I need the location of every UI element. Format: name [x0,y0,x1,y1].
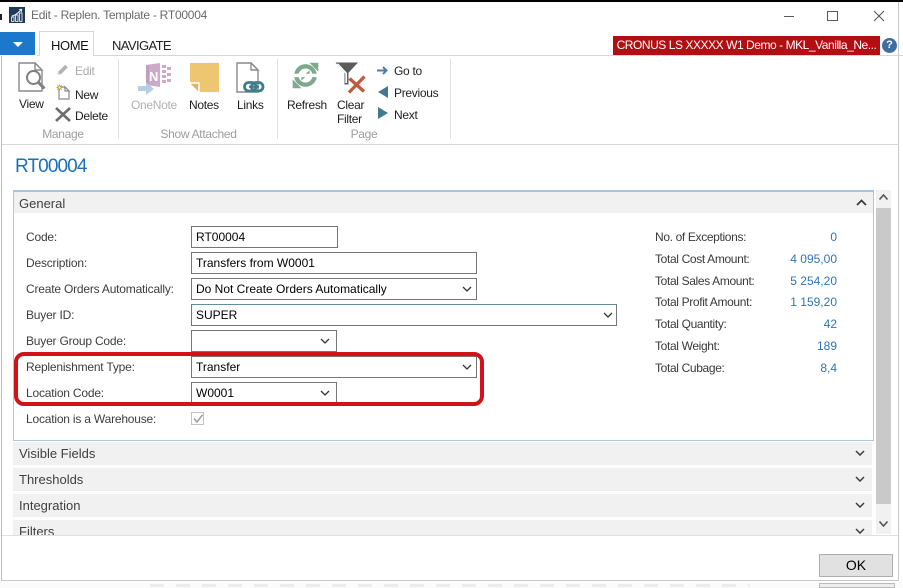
svg-text:N: N [149,69,158,84]
